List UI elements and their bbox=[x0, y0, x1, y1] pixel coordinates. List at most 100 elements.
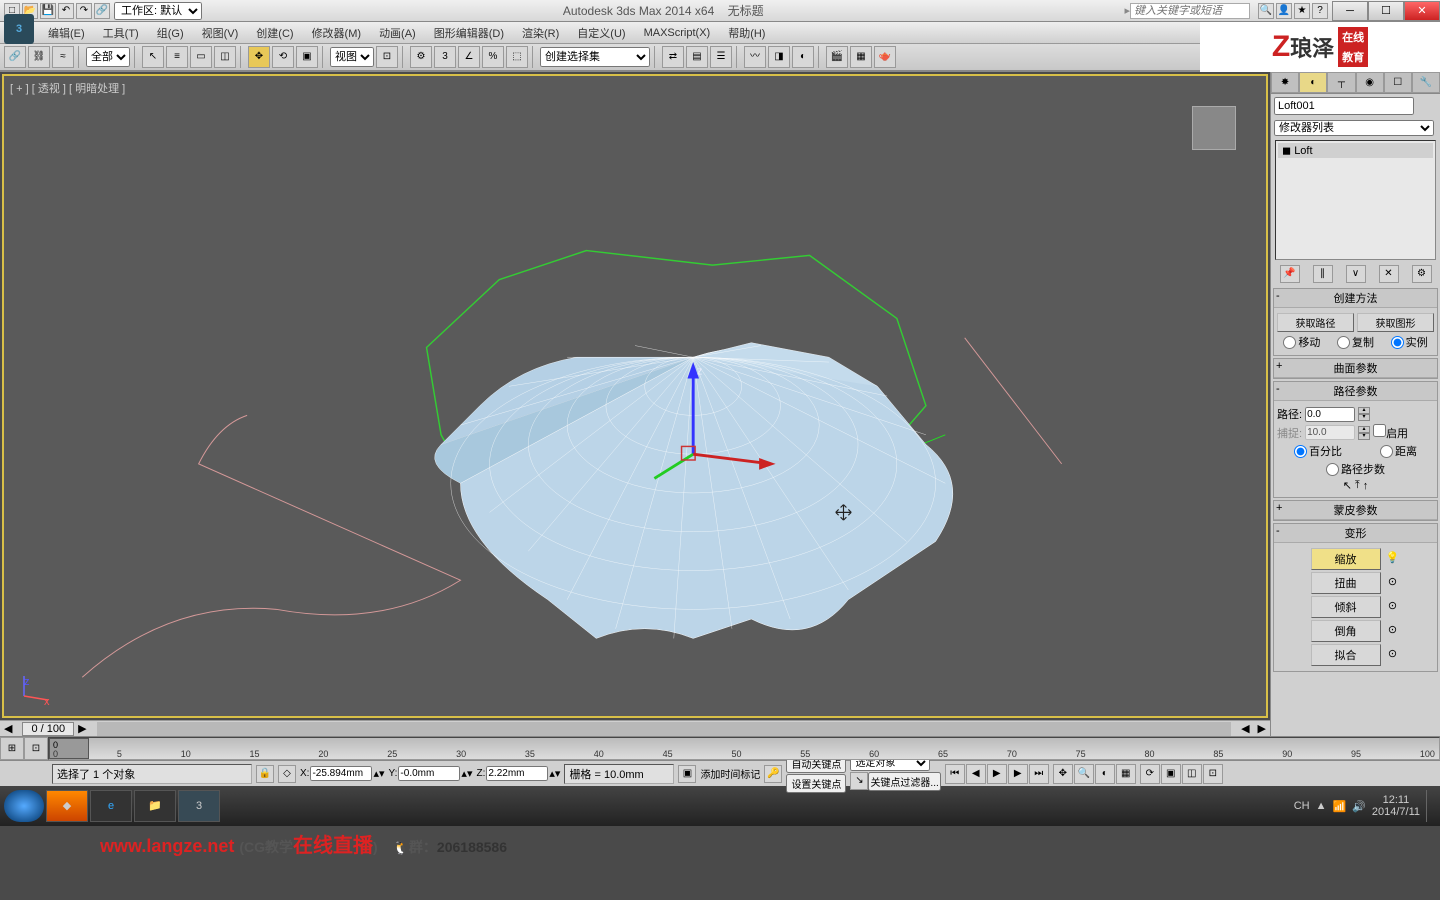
material-editor-icon[interactable]: ◐ bbox=[792, 46, 814, 68]
radio-copy[interactable]: 复制 bbox=[1337, 334, 1374, 350]
nav-pan-icon[interactable]: ✥ bbox=[1053, 764, 1073, 784]
radio-move[interactable]: 移动 bbox=[1283, 334, 1320, 350]
key-filters-button[interactable]: 关键点过滤器... bbox=[868, 772, 940, 791]
tab-create[interactable]: ✸ bbox=[1271, 72, 1299, 93]
radio-instance[interactable]: 实例 bbox=[1391, 334, 1428, 350]
search-input[interactable] bbox=[1130, 3, 1250, 19]
coord-y-field[interactable] bbox=[398, 766, 460, 781]
manip-icon[interactable]: ⚙ bbox=[410, 46, 432, 68]
get-path-button[interactable]: 获取路径 bbox=[1277, 313, 1354, 332]
play-icon[interactable]: ▶ bbox=[987, 764, 1007, 784]
menu-edit[interactable]: 编辑(E) bbox=[40, 22, 93, 44]
deform-twist-button[interactable]: 扭曲 bbox=[1311, 572, 1381, 594]
menu-grapheditors[interactable]: 图形编辑器(D) bbox=[426, 22, 512, 44]
minimize-button[interactable]: ─ bbox=[1332, 1, 1368, 21]
align-icon[interactable]: ▤ bbox=[686, 46, 708, 68]
snap-enable-check[interactable]: 启用 bbox=[1373, 424, 1408, 441]
object-name-field[interactable] bbox=[1274, 97, 1414, 115]
task-explorer[interactable]: 📁 bbox=[134, 790, 176, 822]
menu-views[interactable]: 视图(V) bbox=[194, 22, 247, 44]
menu-rendering[interactable]: 渲染(R) bbox=[514, 22, 567, 44]
prev-frame-icon[interactable]: ◀ bbox=[966, 764, 986, 784]
remove-mod-icon[interactable]: ✕ bbox=[1379, 265, 1399, 283]
select-rotate-icon[interactable]: ⟲ bbox=[272, 46, 294, 68]
menu-help[interactable]: 帮助(H) bbox=[720, 22, 773, 44]
nav-extra-icon[interactable]: ⊡ bbox=[1203, 764, 1223, 784]
time-slider[interactable]: ⊞⊡ 0 05101520253035404550556065707580859… bbox=[0, 736, 1440, 760]
iso-icon[interactable]: ◇ bbox=[278, 765, 296, 783]
percent-snap-icon[interactable]: % bbox=[482, 46, 504, 68]
tray-net-icon[interactable]: 📶 bbox=[1332, 800, 1346, 813]
binoculars-icon[interactable]: 🔍 bbox=[1258, 3, 1274, 19]
task-3dsmax[interactable]: 3 bbox=[178, 790, 220, 822]
ref-coord-select[interactable]: 视图 bbox=[330, 47, 374, 67]
snap-icon[interactable]: 3 bbox=[434, 46, 456, 68]
select-move-icon[interactable]: ✥ bbox=[248, 46, 270, 68]
viewport-scrollbar[interactable]: ◀ 0 / 100 ▶ ◀▶ bbox=[0, 720, 1270, 736]
coord-z-field[interactable] bbox=[486, 766, 548, 781]
deform-teeter-button[interactable]: 倾斜 bbox=[1311, 596, 1381, 618]
nav-zoom-icon[interactable]: 🔍 bbox=[1074, 764, 1094, 784]
prev-shape-icon[interactable]: ⤒ bbox=[1355, 479, 1360, 492]
nav-all-icon[interactable]: ▦ bbox=[1116, 764, 1136, 784]
tray-date[interactable]: 2014/7/11 bbox=[1372, 806, 1420, 818]
key-mode-icon[interactable]: ↘ bbox=[850, 772, 868, 790]
render-setup-icon[interactable]: 🎬 bbox=[826, 46, 848, 68]
redo-icon[interactable]: ↷ bbox=[76, 3, 92, 19]
timeline-key-icon[interactable]: ⊡ bbox=[24, 737, 48, 760]
radio-pathsteps[interactable]: 路径步数 bbox=[1326, 461, 1385, 477]
show-desktop[interactable] bbox=[1426, 790, 1436, 822]
save-icon[interactable]: 💾 bbox=[40, 3, 56, 19]
pivot-icon[interactable]: ⊡ bbox=[376, 46, 398, 68]
selection-filter[interactable]: 全部 bbox=[86, 47, 130, 67]
workspace-select[interactable]: 工作区: 默认 bbox=[114, 2, 202, 20]
comm-icon[interactable]: 👤 bbox=[1276, 3, 1292, 19]
tab-display[interactable]: ☐ bbox=[1384, 72, 1412, 93]
select-name-icon[interactable]: ≡ bbox=[166, 46, 188, 68]
schematic-icon[interactable]: ◨ bbox=[768, 46, 790, 68]
show-end-icon[interactable]: ∥ bbox=[1313, 265, 1333, 283]
bulb-icon[interactable]: ⊙ bbox=[1385, 575, 1401, 591]
menu-group[interactable]: 组(G) bbox=[149, 22, 192, 44]
select-rect-icon[interactable]: ▭ bbox=[190, 46, 212, 68]
nav-region-icon[interactable]: ◫ bbox=[1182, 764, 1202, 784]
pick-path-icon[interactable]: ↖ bbox=[1343, 479, 1352, 492]
start-button[interactable] bbox=[4, 790, 44, 822]
bulb-icon[interactable]: ⊙ bbox=[1385, 647, 1401, 663]
pin-stack-icon[interactable]: 📌 bbox=[1280, 265, 1300, 283]
menu-animation[interactable]: 动画(A) bbox=[371, 22, 424, 44]
addmarker-icon[interactable]: ▣ bbox=[678, 765, 696, 783]
deform-bevel-button[interactable]: 倒角 bbox=[1311, 620, 1381, 642]
bulb-icon[interactable]: 💡 bbox=[1385, 551, 1401, 567]
nav-orbit-icon[interactable]: ⟳ bbox=[1140, 764, 1160, 784]
path-value-field[interactable] bbox=[1305, 407, 1355, 422]
maximize-button[interactable]: ☐ bbox=[1368, 1, 1404, 21]
move-gizmo[interactable]: z bbox=[654, 362, 775, 478]
tab-motion[interactable]: ◉ bbox=[1356, 72, 1384, 93]
setkey-button[interactable]: 设置关键点 bbox=[786, 774, 846, 793]
app-icon[interactable]: 3 bbox=[4, 14, 34, 44]
tab-modify[interactable]: ◐ bbox=[1299, 72, 1327, 93]
nav-fov-icon[interactable]: ◐ bbox=[1095, 764, 1115, 784]
menu-create[interactable]: 创建(C) bbox=[248, 22, 301, 44]
next-frame-icon[interactable]: ▶ bbox=[1008, 764, 1028, 784]
menu-modifiers[interactable]: 修改器(M) bbox=[304, 22, 370, 44]
spinner-snap-icon[interactable]: ⬚ bbox=[506, 46, 528, 68]
help-icon[interactable]: ? bbox=[1312, 3, 1328, 19]
curve-editor-icon[interactable]: 〰 bbox=[744, 46, 766, 68]
modifier-stack[interactable]: ◼ Loft bbox=[1275, 140, 1436, 260]
close-button[interactable]: ✕ bbox=[1404, 1, 1440, 21]
select-icon[interactable]: ↖ bbox=[142, 46, 164, 68]
bulb-icon[interactable]: ⊙ bbox=[1385, 599, 1401, 615]
menu-tools[interactable]: 工具(T) bbox=[95, 22, 147, 44]
tray-time[interactable]: 12:11 bbox=[1372, 794, 1420, 806]
perspective-viewport[interactable]: [ + ] [ 透视 ] [ 明暗处理 ] zx bbox=[2, 74, 1268, 718]
tab-utilities[interactable]: 🔧 bbox=[1412, 72, 1440, 93]
tab-hierarchy[interactable]: ┬ bbox=[1327, 72, 1355, 93]
viewcube[interactable] bbox=[1192, 106, 1236, 150]
key-icon[interactable]: 🔑 bbox=[764, 765, 782, 783]
tray-icon[interactable]: ▲ bbox=[1316, 800, 1327, 812]
configure-icon[interactable]: ⚙ bbox=[1412, 265, 1432, 283]
menu-maxscript[interactable]: MAXScript(X) bbox=[636, 24, 719, 42]
deform-scale-button[interactable]: 缩放 bbox=[1311, 548, 1381, 570]
